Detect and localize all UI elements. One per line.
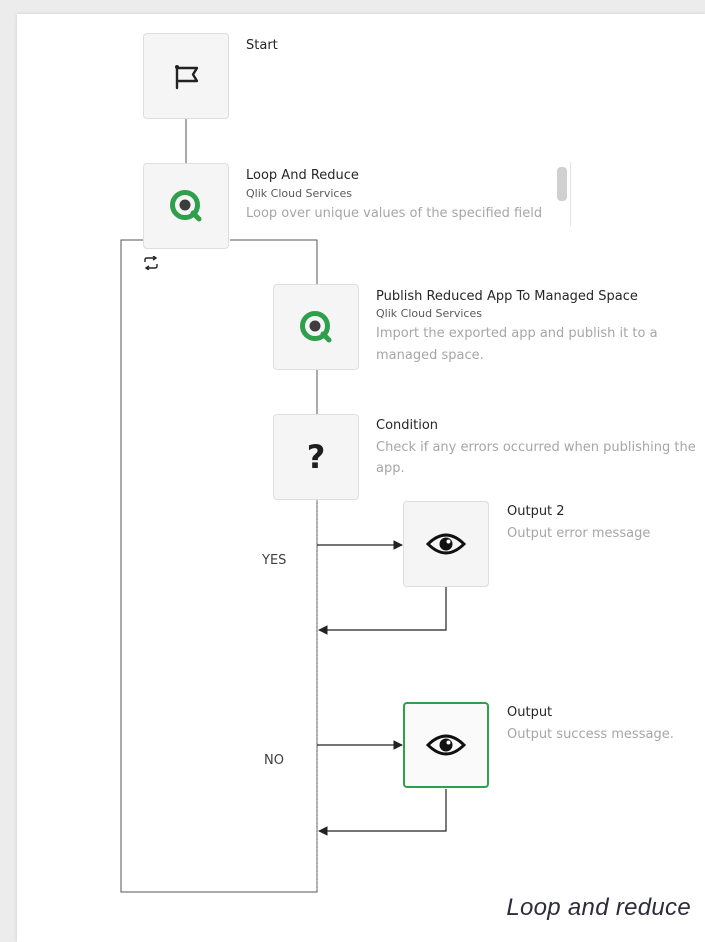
loop-icon (143, 255, 159, 274)
no-branch-label: NO (264, 753, 284, 768)
qlik-icon (168, 188, 204, 224)
flag-icon (169, 59, 203, 93)
condition-title: Condition (376, 418, 439, 433)
loop-and-reduce-block[interactable] (143, 163, 229, 249)
publish-block[interactable] (273, 284, 359, 370)
condition-description-line2: app. (376, 461, 405, 476)
condition-block[interactable]: ? (273, 414, 359, 500)
eye-icon (426, 531, 466, 557)
publish-subtitle: Qlik Cloud Services (376, 307, 482, 320)
start-block[interactable] (143, 33, 229, 119)
output-title: Output (507, 705, 553, 720)
no-arrow-out (318, 789, 447, 836)
publish-title: Publish Reduced App To Managed Space (376, 289, 638, 304)
loop-description: Loop over unique values of the specified… (246, 206, 543, 221)
condition-description-line1: Check if any errors occurred when publis… (376, 440, 696, 455)
output-2-block[interactable] (403, 501, 489, 587)
loop-subtitle: Qlik Cloud Services (246, 187, 352, 200)
output-2-description: Output error message (507, 526, 651, 541)
output-description: Output success message. (507, 727, 674, 742)
caption: Loop and reduce (506, 894, 691, 921)
output-block[interactable] (403, 702, 489, 788)
loop-title: Loop And Reduce (246, 168, 359, 183)
yes-branch-label: YES (262, 553, 287, 568)
qlik-icon (298, 309, 334, 345)
publish-description-line2: managed space. (376, 348, 484, 363)
question-mark-icon: ? (306, 438, 326, 476)
eye-icon (426, 732, 466, 758)
yes-arrow-out (318, 587, 447, 635)
start-title: Start (246, 38, 278, 53)
publish-description-line1: Import the exported app and publish it t… (376, 326, 658, 341)
output-2-title: Output 2 (507, 504, 565, 519)
description-scrollbar-thumb[interactable] (557, 167, 567, 201)
